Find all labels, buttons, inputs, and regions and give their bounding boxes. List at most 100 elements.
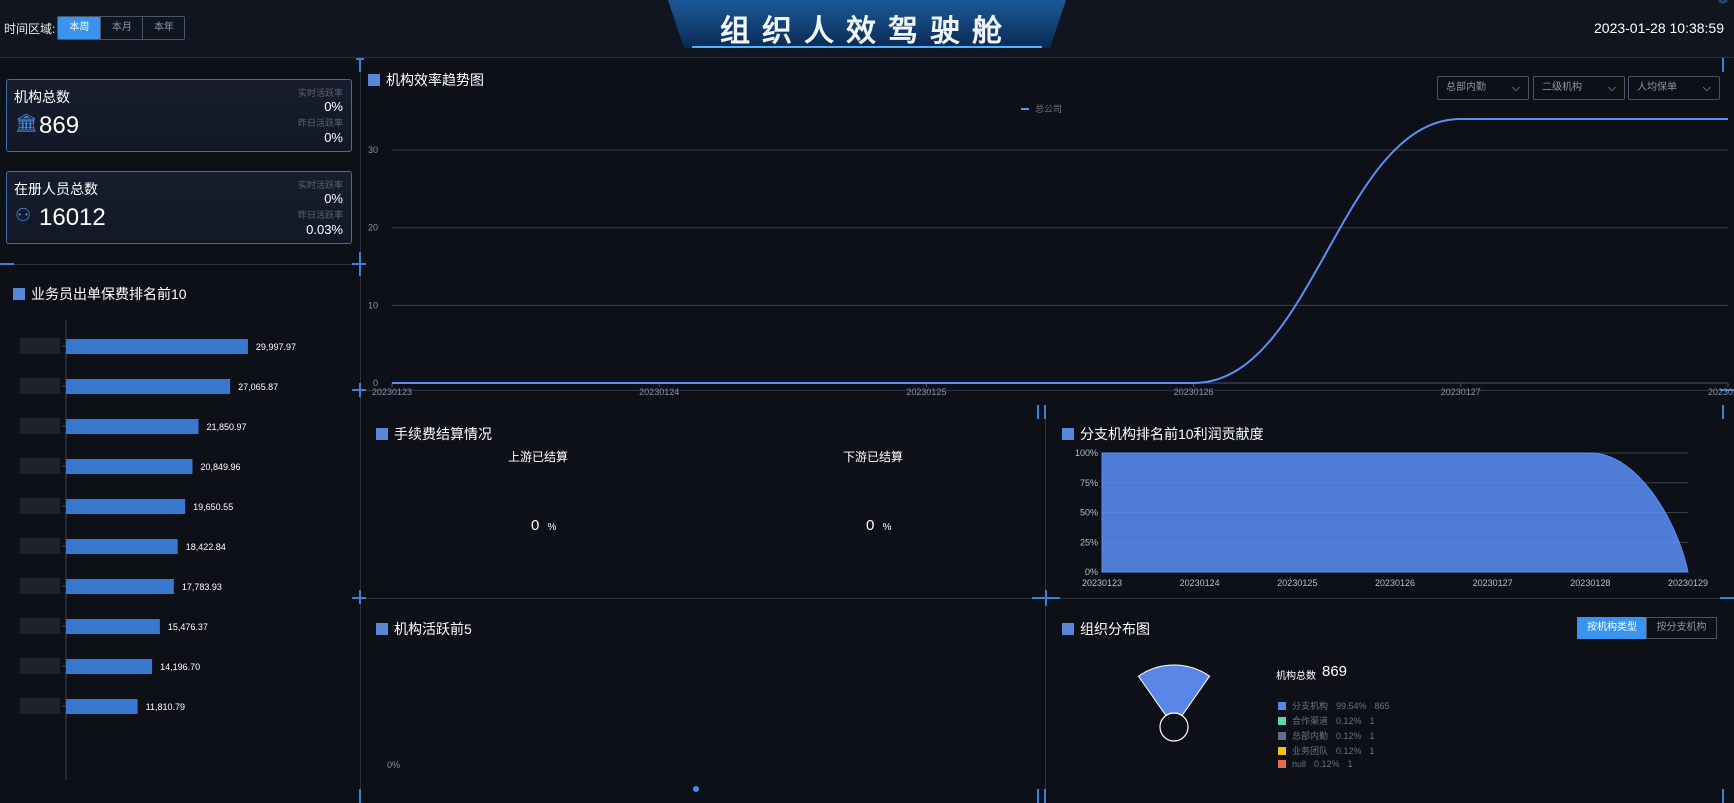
- bar-category-label: [20, 698, 60, 714]
- title-marker: [376, 428, 388, 440]
- active-pager-dot[interactable]: [693, 786, 699, 792]
- bank-icon: 🏛: [15, 113, 38, 133]
- legend-color-swatch: [1278, 716, 1286, 725]
- bar-value-label: 21,850.97: [207, 422, 247, 432]
- bar-category-label: [20, 498, 60, 514]
- stat-rate-label: 昨日活跃率: [297, 210, 343, 220]
- legend-name: 业务团队: [1292, 746, 1329, 756]
- legend-pct: 0.12%: [1336, 730, 1362, 741]
- tab-by-type[interactable]: 按机构类型: [1577, 617, 1647, 639]
- title-banner: 组织人效驾驶舱: [668, 0, 1066, 48]
- bar: [66, 339, 248, 354]
- y-tick-label: 25%: [1080, 537, 1098, 547]
- bar: [66, 459, 193, 474]
- stat-label: 在册人员总数: [14, 181, 98, 197]
- time-option-month[interactable]: 本月: [100, 17, 142, 39]
- stat-card-institutions[interactable]: 机构总数 🏛 869 实时活跃率 0% 昨日活跃率 0%: [6, 79, 352, 152]
- bar-category-label: [20, 338, 60, 354]
- legend-count: 1: [1369, 745, 1375, 756]
- bar-value-label: 11,810.79: [146, 702, 185, 712]
- y-tick-label: 50%: [1080, 508, 1098, 518]
- bar-value-label: 15,476.37: [168, 622, 208, 632]
- trend-title: 机构效率趋势图: [368, 70, 484, 90]
- x-tick-label: 20230126: [1174, 387, 1214, 395]
- page-title: 组织人效驾驶舱: [720, 15, 1014, 48]
- legend-item[interactable]: 合作渠道 0.12% 1: [1278, 714, 1383, 727]
- bar-value-label: 19,650.55: [193, 502, 233, 512]
- title-marker: [368, 74, 380, 86]
- time-option-week[interactable]: 本周: [58, 17, 101, 39]
- corner-mark: [359, 58, 361, 72]
- org-title: 组织分布图: [1062, 619, 1150, 639]
- fee-upstream-number: 0: [531, 517, 540, 534]
- corner-mark: [1044, 789, 1046, 803]
- stat-label: 机构总数: [14, 89, 70, 105]
- org-total-label: 机构总数: [1276, 671, 1316, 682]
- bar-value-label: 14,196.70: [160, 662, 200, 672]
- tab-by-branch[interactable]: 按分支机构: [1646, 617, 1717, 639]
- x-tick-label: 20230127: [1441, 387, 1481, 395]
- bar-category-label: [20, 658, 60, 674]
- legend-color-swatch: [1278, 701, 1286, 710]
- y-tick-label: 75%: [1080, 478, 1098, 488]
- bar: [66, 499, 186, 514]
- corner-mark: [1722, 58, 1724, 72]
- divider-left-h: [0, 264, 360, 265]
- fee-downstream-unit: %: [882, 522, 892, 533]
- users-icon: ⚇: [15, 205, 32, 225]
- title-marker: [1062, 623, 1074, 635]
- x-tick-label: 20230128: [1708, 387, 1734, 395]
- x-tick-label: 20230123: [372, 387, 412, 395]
- legend-item[interactable]: 总部内勤 0.12% 1: [1278, 729, 1383, 742]
- title-marker: [376, 623, 388, 635]
- y-tick-label: 100%: [1075, 448, 1098, 458]
- x-tick-label: 20230128: [1570, 578, 1610, 588]
- legend-label: 总公司: [1035, 103, 1062, 114]
- stat-value: 869: [39, 112, 80, 139]
- corner-mark: [1045, 590, 1047, 606]
- bar: [66, 619, 160, 634]
- x-tick-label: 20230124: [1180, 578, 1220, 588]
- legend-color-swatch: [1278, 731, 1286, 740]
- bar-category-label: [20, 578, 60, 594]
- stat-rate-value: 0%: [324, 99, 343, 114]
- active-title-text: 机构活跃前5: [394, 621, 472, 637]
- fee-downstream-number: 0: [866, 517, 875, 534]
- collapse-chevron-icon[interactable]: ︾: [1718, 1, 1728, 11]
- stat-rate-label: 实时活跃率: [297, 88, 343, 98]
- corner-mark: [1037, 405, 1039, 419]
- bar-category-label: [20, 378, 60, 394]
- x-tick-label: 20230127: [1473, 578, 1513, 588]
- active-title: 机构活跃前5: [376, 619, 472, 639]
- x-tick-label: 20230126: [1375, 578, 1415, 588]
- corner-mark: [1722, 789, 1724, 803]
- org-title-text: 组织分布图: [1080, 621, 1150, 637]
- stat-rate-value: 0.03%: [306, 222, 343, 237]
- y-tick-label: 20: [368, 223, 378, 233]
- bar-category-label: [20, 538, 60, 554]
- y-tick-label: 30: [368, 145, 378, 155]
- stat-card-staff[interactable]: 在册人员总数 ⚇ 16012 实时活跃率 0% 昨日活跃率 0.03%: [6, 171, 352, 244]
- stat-rate-value: 0%: [324, 130, 343, 145]
- org-pie-chart: [1137, 664, 1211, 742]
- bar: [66, 419, 199, 434]
- legend-count: 1: [1369, 715, 1375, 726]
- legend-count: 1: [1369, 730, 1375, 741]
- time-range-segmented: 本周 本月 本年: [57, 16, 186, 40]
- fee-upstream-unit: %: [547, 522, 557, 533]
- legend-item[interactable]: null 0.12% 1: [1278, 759, 1361, 769]
- legend-item[interactable]: 分支机构 99.54% 865: [1278, 699, 1398, 712]
- stat-value: 16012: [39, 204, 106, 231]
- stat-rate-label: 实时活跃率: [297, 180, 343, 190]
- fee-title-text: 手续费结算情况: [394, 426, 492, 442]
- corner-mark: [1044, 405, 1046, 419]
- pie-slice: [1137, 664, 1211, 717]
- bar: [66, 379, 231, 394]
- trend-title-text: 机构效率趋势图: [386, 72, 484, 88]
- legend-item[interactable]: 业务团队 0.12% 1: [1278, 744, 1383, 757]
- y-tick-label: 0%: [1085, 567, 1098, 577]
- fee-upstream-label: 上游已结算: [508, 450, 569, 464]
- bar-value-label: 27,065.87: [238, 382, 278, 392]
- time-option-year[interactable]: 本年: [142, 17, 184, 39]
- stat-rate-label: 昨日活跃率: [297, 118, 343, 128]
